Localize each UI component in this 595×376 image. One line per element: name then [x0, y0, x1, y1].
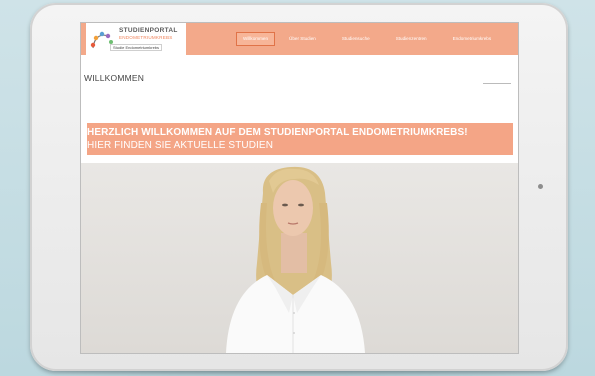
hero-photo — [81, 163, 518, 353]
logo-subtitle: ENDOMETRIUMKREBS — [119, 35, 173, 40]
woman-portrait-image — [226, 166, 365, 353]
logo-title: STUDIENPORTAL — [119, 27, 178, 34]
nav-spacer — [322, 32, 336, 46]
hero-headline: HERZLICH WILLKOMMEN AUF DEM STUDIENPORTA… — [87, 127, 468, 138]
home-button — [538, 184, 543, 189]
title-divider — [483, 83, 511, 84]
page-title: WILLKOMMEN — [84, 73, 145, 83]
nav-item-studiensuche[interactable]: Studiensuche — [336, 32, 376, 46]
site-header: STUDIENPORTAL ENDOMETRIUMKREBS Studie En… — [81, 23, 518, 55]
site-logo[interactable]: STUDIENPORTAL ENDOMETRIUMKREBS Studie En… — [86, 23, 186, 55]
hero-banner: HERZLICH WILLKOMMEN AUF DEM STUDIENPORTA… — [87, 123, 513, 155]
nav-item-willkommen[interactable]: Willkommen — [236, 32, 276, 46]
nav-item-endometriumkrebs[interactable]: Endometriumkrebs — [447, 32, 498, 46]
logo-badge: Studie Endometriumkrebs — [110, 44, 163, 51]
main-nav: Willkommen Über Studien Studiensuche Stu… — [236, 32, 497, 46]
tablet-screen: STUDIENPORTAL ENDOMETRIUMKREBS Studie En… — [80, 22, 519, 354]
nav-spacer — [433, 32, 447, 46]
nav-item-ueber-studien[interactable]: Über Studien — [283, 32, 322, 46]
hero-subline: HIER FINDEN SIE AKTUELLE STUDIEN — [87, 140, 274, 151]
nav-spacer — [376, 32, 390, 46]
nav-item-studienzentren[interactable]: Studienzentren — [390, 32, 433, 46]
